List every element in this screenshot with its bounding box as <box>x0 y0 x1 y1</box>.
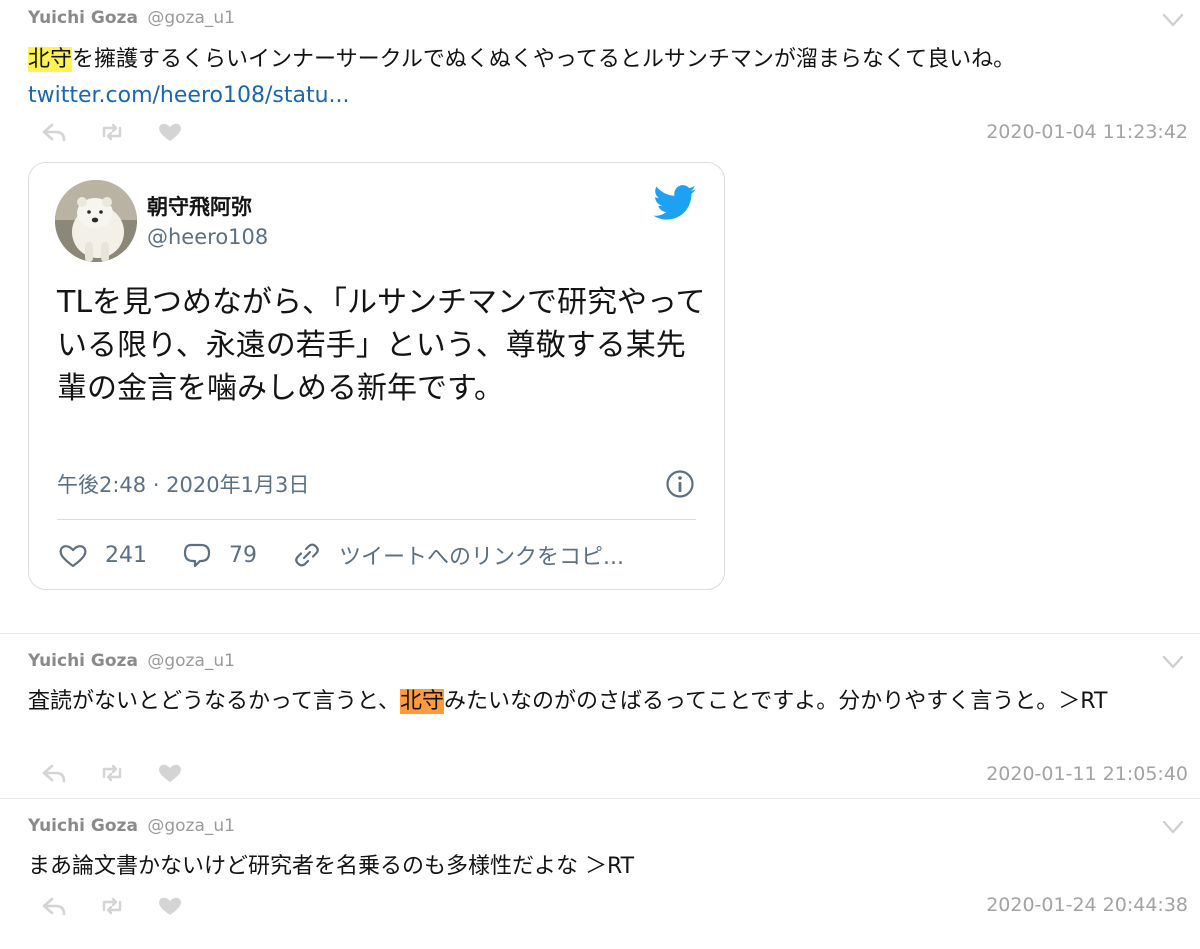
retweet-icon[interactable] <box>98 761 126 785</box>
tweet-item: Yuichi Goza @goza_u1 査読がないとどうなるかって言うと、北守… <box>0 633 1200 799</box>
tweet-author: Yuichi Goza @goza_u1 <box>28 816 235 836</box>
reply-count: 79 <box>229 542 257 568</box>
tweet-timestamp[interactable]: 2020-01-04 11:23:42 <box>986 121 1188 143</box>
tweet-text: 査読がないとどうなるかって言うと、北守みたいなのがのさばるってことですよ。分かり… <box>28 684 1178 720</box>
tweet-timestamp[interactable]: 2020-01-24 20:44:38 <box>986 894 1188 916</box>
tweet-item: Yuichi Goza @goza_u1 まあ論文書かないけど研究者を名乗るのも… <box>0 798 1200 949</box>
twitter-bird-icon[interactable] <box>653 185 697 221</box>
embedded-handle[interactable]: @heero108 <box>147 225 268 249</box>
tweet-text: 北守を擁護するくらいインナーサークルでぬくぬくやってるとルサンチマンが溜まらなく… <box>28 42 1178 114</box>
tweet-link[interactable]: twitter.com/heero108/statu... <box>28 78 350 114</box>
embedded-display-name[interactable]: 朝守飛阿弥 <box>147 191 252 221</box>
reply-icon[interactable] <box>40 761 68 785</box>
highlighted-keyword: 北守 <box>400 689 445 714</box>
embedded-tweet-card[interactable]: 朝守飛阿弥 @heero108 TLを見つめながら、「ルサンチマンで研究やってい… <box>28 162 725 590</box>
tweet-text-start: 査読がないとどうなるかって言うと、 <box>28 689 401 714</box>
tweet-author: Yuichi Goza @goza_u1 <box>28 651 235 671</box>
link-icon[interactable] <box>291 541 323 569</box>
heart-icon[interactable] <box>156 120 184 144</box>
tweet-text-body: みたいなのがのさばるってことですよ。分かりやすく言うと。＞RT <box>444 689 1108 714</box>
tweet-actions <box>40 761 184 785</box>
tweet-actions <box>40 120 184 144</box>
polar-bear-avatar-image <box>55 180 137 262</box>
highlighted-keyword: 北守 <box>28 47 73 72</box>
heart-outline-icon[interactable] <box>57 541 89 569</box>
author-name: Yuichi Goza <box>28 816 138 836</box>
tweet-text: まあ論文書かないけど研究者を名乗るのも多様性だよな ＞RT <box>28 854 635 879</box>
author-handle: @goza_u1 <box>147 816 235 836</box>
tweet-timestamp[interactable]: 2020-01-11 21:05:40 <box>986 763 1188 785</box>
like-count: 241 <box>105 542 147 568</box>
card-divider <box>57 519 696 520</box>
embedded-tweet-text: TLを見つめながら、「ルサンチマンで研究やっている限り、永遠の若手」という、尊敬… <box>57 285 706 406</box>
author-handle: @goza_u1 <box>147 8 235 28</box>
tweet-item: Yuichi Goza @goza_u1 北守を擁護するくらいインナーサークルで… <box>0 0 1200 633</box>
reply-icon[interactable] <box>40 120 68 144</box>
embedded-tweet-stats: 241 79 ツイートへのリンクをコピ... <box>57 539 624 571</box>
author-name: Yuichi Goza <box>28 651 138 671</box>
embedded-tweet-time[interactable]: 午後2:48 · 2020年1月3日 <box>57 469 309 499</box>
retweet-icon[interactable] <box>98 894 126 918</box>
heart-icon[interactable] <box>156 894 184 918</box>
tweet-actions <box>40 894 184 918</box>
tweet-author: Yuichi Goza @goza_u1 <box>28 8 235 28</box>
chevron-down-icon[interactable] <box>1160 10 1186 30</box>
copy-link-label[interactable]: ツイートへのリンクをコピ... <box>339 539 624 571</box>
heart-icon[interactable] <box>156 761 184 785</box>
chevron-down-icon[interactable] <box>1160 652 1186 672</box>
avatar[interactable] <box>55 180 137 262</box>
retweet-icon[interactable] <box>98 120 126 144</box>
tweet-text-body: を擁護するくらいインナーサークルでぬくぬくやってるとルサンチマンが溜まらなくて良… <box>72 47 1016 72</box>
chevron-down-icon[interactable] <box>1160 817 1186 837</box>
info-icon[interactable] <box>665 469 695 499</box>
reply-icon[interactable] <box>40 894 68 918</box>
comment-icon[interactable] <box>181 541 213 569</box>
author-handle: @goza_u1 <box>147 651 235 671</box>
author-name: Yuichi Goza <box>28 8 138 28</box>
